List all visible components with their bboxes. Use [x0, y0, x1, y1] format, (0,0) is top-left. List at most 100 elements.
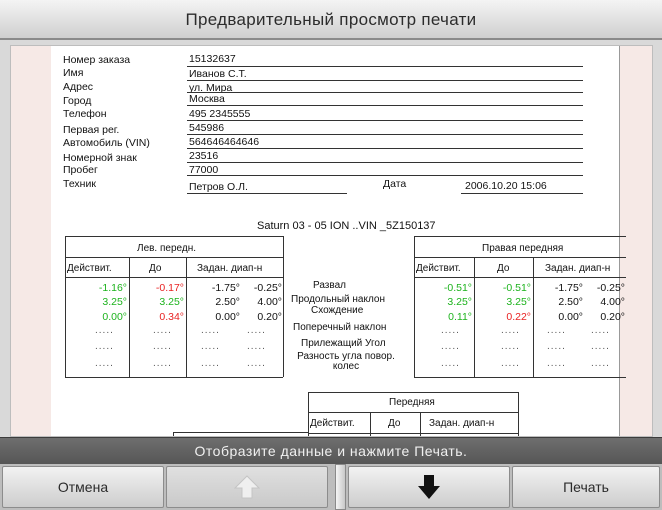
title-bar: Предварительный просмотр печати [0, 0, 662, 40]
arrow-down-icon [418, 475, 440, 499]
col-header-before: До [497, 263, 510, 274]
empty-value: ..... [591, 341, 610, 352]
empty-value: ..... [547, 358, 566, 369]
right-range-max-toe: 0.20° [600, 311, 625, 323]
left-actual-camber: -1.16° [98, 282, 127, 294]
label-date: Дата [383, 178, 407, 190]
arrow-up-icon [234, 475, 260, 499]
value-vin: 564646464646 [189, 136, 260, 148]
right-before-caster: 3.25° [506, 296, 531, 308]
left-before-camber: -0.17° [155, 282, 184, 294]
value-first-registration: 545986 [189, 122, 225, 134]
param-included-angle: Прилежащий Угол [301, 338, 386, 349]
grid-line [65, 277, 283, 278]
grid-line [173, 432, 308, 433]
grid-line [308, 392, 518, 393]
underline [187, 92, 583, 93]
print-button-label: Печать [563, 479, 609, 495]
page-down-button[interactable] [348, 466, 510, 508]
empty-value: ..... [591, 358, 610, 369]
left-range-min-camber: -1.75° [211, 282, 240, 294]
label-first-registration: Первая рег. [63, 124, 120, 136]
empty-value: ..... [95, 358, 114, 369]
empty-value: ..... [501, 325, 520, 336]
label-mileage: Пробег [63, 164, 98, 176]
empty-value: ..... [201, 358, 220, 369]
label-address: Адрес [63, 81, 94, 93]
empty-value: ..... [441, 358, 460, 369]
left-range-max-camber: -0.25° [253, 282, 282, 294]
right-actual-toe: 0.11° [448, 311, 472, 323]
col-header-actual: Действит. [310, 418, 355, 429]
label-name: Имя [63, 67, 84, 79]
grid-line [308, 412, 518, 413]
grid-line [414, 236, 626, 237]
scroll-handle[interactable] [335, 464, 346, 510]
underline [187, 175, 583, 176]
grid-line [414, 277, 626, 278]
print-button[interactable]: Печать [512, 466, 660, 508]
empty-value: ..... [95, 325, 114, 336]
right-before-camber: -0.51° [502, 282, 531, 294]
left-actual-caster: 3.25° [102, 296, 127, 308]
label-phone: Телефон [63, 108, 107, 120]
right-range-min-toe: 0.00° [558, 311, 583, 323]
underline [187, 120, 583, 121]
label-order-number: Номер заказа [63, 54, 131, 66]
value-phone: 495 2345555 [189, 108, 251, 120]
left-range-min-toe: 0.00° [215, 311, 240, 323]
label-license-plate: Номерной знак [63, 152, 137, 164]
col-header-actual: Действит. [416, 263, 461, 274]
empty-value: ..... [95, 341, 114, 352]
right-range-max-caster: 4.00° [600, 296, 625, 308]
value-technician: Петров О.Л. [189, 181, 248, 193]
underline [187, 66, 583, 67]
col-header-actual: Действит. [67, 263, 112, 274]
status-bar: Отобразите данные и нажмите Печать. [0, 437, 662, 464]
param-caster: Продольный наклон [291, 294, 385, 305]
grid-line [308, 433, 518, 434]
underline [187, 193, 347, 194]
cancel-button[interactable]: Отмена [2, 466, 164, 508]
empty-value: ..... [201, 325, 220, 336]
left-range-min-caster: 2.50° [215, 296, 240, 308]
underline [187, 80, 583, 81]
col-header-range: Задан. диап-н [197, 263, 263, 274]
param-toe: Схождение [311, 305, 364, 316]
label-technician: Техник [63, 178, 96, 190]
empty-value: ..... [501, 341, 520, 352]
col-header-range: Задан. диап-н [545, 263, 611, 274]
value-name: Иванов С.Т. [189, 68, 247, 80]
page-up-button[interactable] [166, 466, 328, 508]
value-date: 2006.10.20 15:06 [465, 180, 547, 192]
empty-value: ..... [547, 325, 566, 336]
right-front-title: Правая передняя [482, 243, 564, 254]
right-actual-caster: 3.25° [447, 296, 472, 308]
value-license-plate: 23516 [189, 150, 219, 162]
underline [187, 148, 583, 149]
grid-line [414, 377, 626, 378]
grid-line [65, 236, 283, 237]
param-camber: Развал [313, 280, 346, 291]
grid-line [283, 236, 284, 377]
underline [461, 193, 583, 194]
empty-value: ..... [153, 341, 172, 352]
underline [187, 105, 583, 106]
grid-line [65, 257, 283, 258]
cancel-button-label: Отмена [57, 479, 109, 495]
button-bar: Отмена Печать [0, 464, 662, 510]
print-preview-area[interactable]: Номер заказа 15132637 Имя Иванов С.Т. Ад… [10, 45, 653, 437]
right-range-max-camber: -0.25° [596, 282, 625, 294]
left-before-caster: 3.25° [159, 296, 184, 308]
empty-value: ..... [247, 341, 266, 352]
empty-value: ..... [547, 341, 566, 352]
value-order-number: 15132637 [189, 53, 236, 65]
status-message: Отобразите данные и нажмите Печать. [194, 443, 468, 459]
empty-value: ..... [153, 358, 172, 369]
col-header-range: Задан. диап-н [429, 418, 495, 429]
param-toe-out-on-turns: Разность угла повор. колес [297, 351, 395, 372]
left-front-title: Лев. передн. [137, 243, 197, 254]
grid-line [370, 412, 371, 436]
label-city: Город [63, 95, 92, 107]
empty-value: ..... [247, 358, 266, 369]
